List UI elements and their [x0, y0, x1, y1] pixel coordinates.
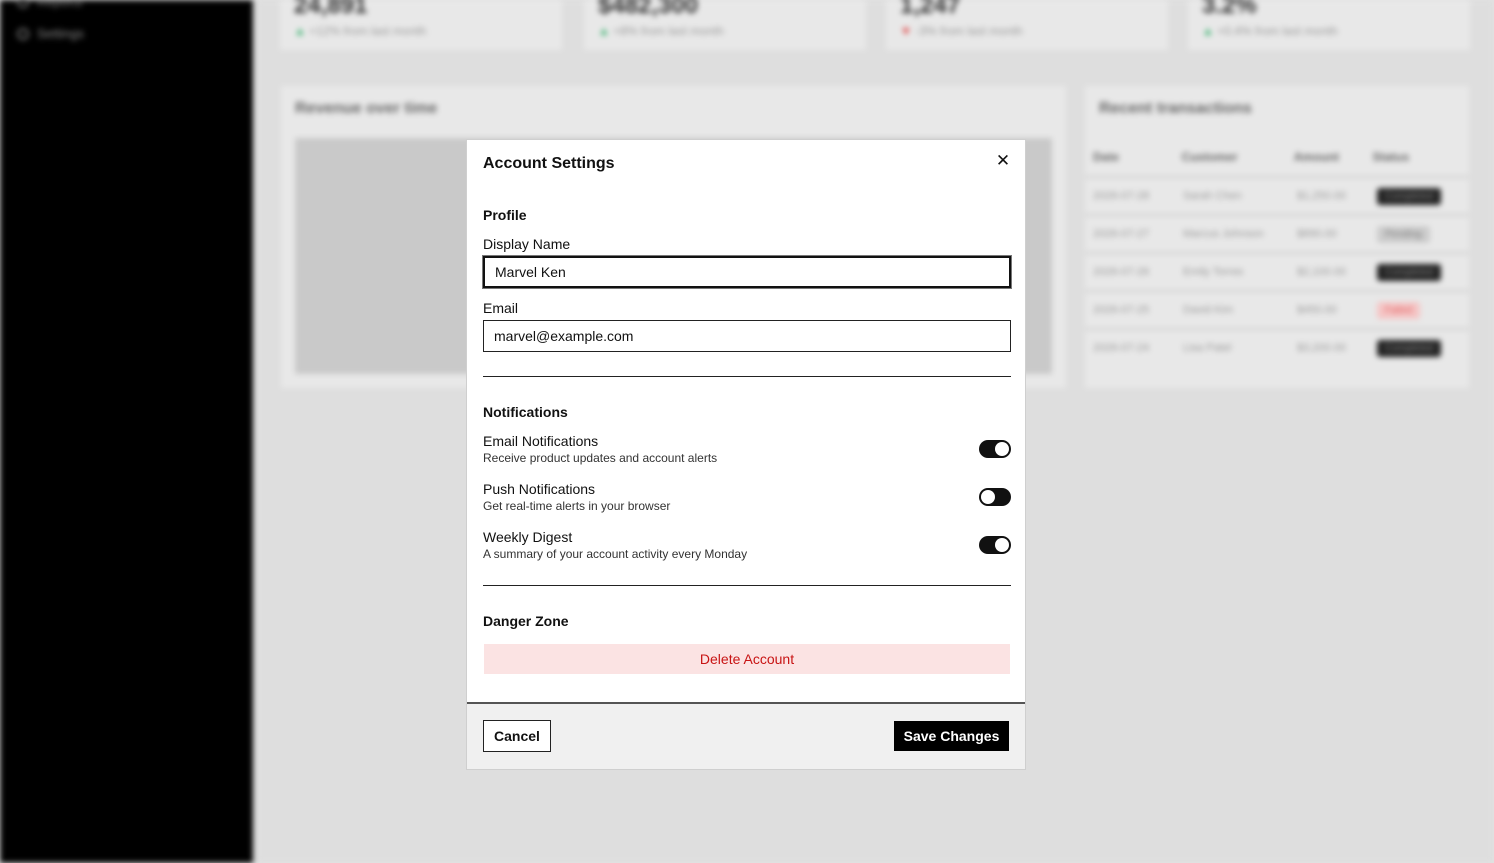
sidebar-item-reports[interactable]: Reports — [17, 0, 83, 9]
stat-change-text: +0.4% from last month — [1217, 24, 1338, 38]
table-header: Date Customer Amount Status — [1093, 150, 1461, 164]
cell-date: 2026-07-27 — [1093, 228, 1150, 240]
notifications-section-title: Notifications — [483, 404, 568, 420]
cell-date: 2026-07-24 — [1093, 342, 1150, 354]
close-button[interactable]: ✕ — [995, 151, 1011, 170]
stat-change: ▲ +12% from last month — [294, 24, 426, 38]
settings-icon — [17, 27, 29, 40]
email-label: Email — [483, 300, 519, 316]
divider — [483, 376, 1011, 377]
stat-change: ▲ +0.4% from last month — [1202, 24, 1338, 38]
cell-amount: $1,250.00 — [1297, 190, 1346, 202]
stat-change: ▲ +8% from last month — [598, 24, 724, 38]
table-row: 2026-07-26 Emily Torres $2,100.00 Comple… — [1085, 252, 1469, 290]
weekly-digest-toggle[interactable] — [979, 536, 1011, 554]
stat-value: 3.2% — [1202, 0, 1257, 19]
stat-change: ▼ -3% from last month — [900, 24, 1023, 38]
column-header: Date — [1093, 150, 1120, 164]
sidebar-item-settings[interactable]: Settings — [17, 26, 84, 41]
close-icon: ✕ — [995, 151, 1011, 170]
table-row: 2026-07-25 David Kim $450.00 Failed — [1085, 290, 1469, 328]
sidebar-item-label: Reports — [37, 0, 83, 9]
modal-footer: Cancel Save Changes — [467, 702, 1025, 769]
save-changes-button[interactable]: Save Changes — [894, 721, 1009, 751]
cancel-button[interactable]: Cancel — [483, 720, 551, 752]
cell-customer: Sarah Chen — [1183, 190, 1242, 202]
table-row: 2026-07-28 Sarah Chen $1,250.00 Complete… — [1085, 176, 1469, 214]
trend-up-icon: ▲ — [294, 24, 306, 38]
email-notifications-toggle[interactable] — [979, 440, 1011, 458]
cell-customer: Emily Torres — [1183, 266, 1244, 278]
cell-amount: $890.00 — [1297, 228, 1337, 240]
column-header: Customer — [1181, 150, 1238, 164]
panel-title: Recent transactions — [1099, 100, 1252, 117]
stat-card: 1,247 ▼ -3% from last month — [886, 0, 1168, 50]
toggle-knob — [995, 538, 1009, 552]
weekly-digest-label: Weekly Digest — [483, 529, 573, 545]
trend-up-icon: ▲ — [1202, 24, 1214, 38]
stat-card: $482,300 ▲ +8% from last month — [584, 0, 866, 50]
table-row: 2026-07-24 Lisa Patel $3,200.00 Complete… — [1085, 328, 1469, 366]
stat-value: 24,891 — [294, 0, 368, 19]
trend-up-icon: ▲ — [598, 24, 610, 38]
status-badge: Pending — [1377, 226, 1430, 243]
status-badge: Failed — [1377, 302, 1421, 319]
sidebar-item-label: Settings — [37, 26, 84, 41]
column-header: Status — [1372, 150, 1410, 164]
status-badge: Completed — [1377, 188, 1442, 205]
email-input[interactable] — [483, 320, 1011, 352]
toggle-knob — [981, 490, 995, 504]
cell-customer: Lisa Patel — [1183, 342, 1232, 354]
stat-change-text: -3% from last month — [915, 24, 1023, 38]
stat-change-text: +12% from last month — [309, 24, 427, 38]
push-notifications-label: Push Notifications — [483, 481, 596, 497]
cell-amount: $3,200.00 — [1297, 342, 1346, 354]
panel-title: Revenue over time — [295, 100, 438, 117]
status-badge: Completed — [1377, 340, 1442, 357]
email-notifications-label: Email Notifications — [483, 433, 599, 449]
cell-amount: $2,100.00 — [1297, 266, 1346, 278]
stat-value: 1,247 — [900, 0, 961, 19]
reports-icon — [17, 0, 29, 8]
profile-section-title: Profile — [483, 207, 527, 223]
cell-amount: $450.00 — [1297, 304, 1337, 316]
divider — [483, 585, 1011, 586]
cell-date: 2026-07-25 — [1093, 304, 1150, 316]
delete-account-button[interactable]: Delete Account — [484, 644, 1010, 674]
stat-card: 3.2% ▲ +0.4% from last month — [1188, 0, 1470, 50]
stat-change-text: +8% from last month — [613, 24, 724, 38]
weekly-digest-description: A summary of your account activity every… — [483, 547, 748, 561]
toggle-knob — [995, 442, 1009, 456]
danger-zone-section-title: Danger Zone — [483, 613, 569, 629]
cell-date: 2026-07-28 — [1093, 190, 1150, 202]
stat-card: 24,891 ▲ +12% from last month — [280, 0, 562, 50]
transactions-panel: Recent transactions Date Customer Amount… — [1085, 86, 1469, 388]
trend-down-icon: ▼ — [900, 24, 912, 38]
cell-customer: David Kim — [1183, 304, 1234, 316]
table-row: 2026-07-27 Marcus Johnson $890.00 Pendin… — [1085, 214, 1469, 252]
status-badge: Completed — [1377, 264, 1442, 281]
stat-value: $482,300 — [598, 0, 699, 19]
sidebar: Reports Settings — [0, 0, 253, 863]
account-settings-modal: Account Settings ✕ Profile Display Name … — [466, 139, 1026, 770]
display-name-input[interactable] — [483, 256, 1011, 288]
cell-customer: Marcus Johnson — [1183, 228, 1264, 240]
email-notifications-description: Receive product updates and account aler… — [483, 451, 718, 465]
cell-date: 2026-07-26 — [1093, 266, 1150, 278]
display-name-label: Display Name — [483, 236, 571, 252]
modal-title: Account Settings — [483, 155, 615, 172]
column-header: Amount — [1293, 150, 1340, 164]
push-notifications-toggle[interactable] — [979, 488, 1011, 506]
push-notifications-description: Get real-time alerts in your browser — [483, 499, 671, 513]
